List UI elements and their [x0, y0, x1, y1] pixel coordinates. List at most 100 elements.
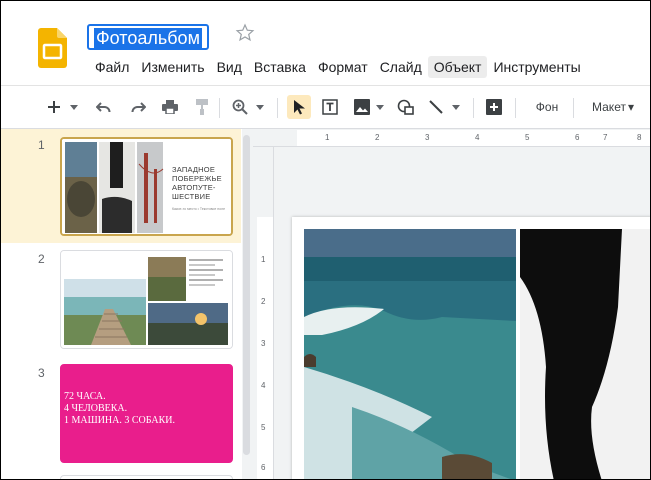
ruler-label: 5 — [525, 133, 530, 142]
toolbar-separator — [573, 98, 574, 118]
image-icon — [354, 99, 370, 115]
slide-1-title-line: АВТОПУТЕ- — [172, 183, 216, 192]
redo-icon — [131, 102, 146, 113]
line-button[interactable] — [425, 95, 447, 119]
slide-thumbnail-3[interactable]: 72 ЧАСА. 4 ЧЕЛОВЕКА. 1 МАШИНА. 3 СОБАКИ. — [60, 364, 233, 463]
slide-3-text: 72 ЧАСА. 4 ЧЕЛОВЕКА. 1 МАШИНА. 3 СОБАКИ. — [64, 391, 175, 427]
paint-format-button[interactable] — [191, 95, 213, 119]
ruler-ticks — [253, 130, 297, 146]
menu-slide[interactable]: Слайд — [374, 56, 428, 78]
toolbar-separator — [515, 98, 516, 118]
slide-1-title: ЗАПАДНОЕ ПОБЕРЕЖЬЕ АВТОПУТЕ- ШЕСТВИЕ — [172, 165, 222, 201]
slide-1-title-line: ПОБЕРЕЖЬЕ — [172, 174, 222, 183]
ruler-label: 1 — [261, 255, 266, 264]
slide-thumbnail-4[interactable] — [60, 475, 233, 479]
slide-1-subtitle: Какое-то место • Текстовое поле — [172, 207, 226, 211]
ruler-label: 1 — [325, 133, 330, 142]
background-label: Фон — [535, 100, 559, 114]
ruler-label: 2 — [375, 133, 380, 142]
plus-icon — [48, 101, 60, 113]
slide-canvas-content — [292, 217, 650, 479]
slide-1-title-line: ШЕСТВИЕ — [172, 192, 211, 201]
slides-logo-icon[interactable] — [38, 28, 67, 68]
menu-file[interactable]: Файл — [89, 56, 135, 78]
slide-3-text-line: 4 ЧЕЛОВЕКА. — [64, 403, 128, 414]
comment-add-icon — [486, 99, 502, 115]
zoom-dropdown[interactable] — [253, 95, 267, 119]
background-button[interactable]: Фон — [525, 95, 569, 119]
ruler-label: 5 — [261, 423, 266, 432]
menu-tools[interactable]: Инструменты — [487, 56, 586, 78]
line-icon — [429, 100, 443, 114]
menu-format[interactable]: Формат — [312, 56, 374, 78]
chevron-down-icon — [452, 104, 460, 110]
menu-bar: Файл Изменить Вид Вставка Формат Слайд О… — [89, 56, 587, 78]
menu-edit[interactable]: Изменить — [135, 56, 210, 78]
menu-insert[interactable]: Вставка — [248, 56, 312, 78]
undo-icon — [96, 102, 111, 113]
slide-item-1[interactable]: 1 ЗАПАДНОЕ ПОБЕРЕЖЬЕ АВТОПУТЕ- ШЕСТВИЕ К… — [1, 129, 241, 243]
add-comment-button[interactable] — [483, 95, 505, 119]
document-title-input[interactable]: Фотоальбом — [87, 24, 209, 50]
slide-thumbnail-1[interactable]: ЗАПАДНОЕ ПОБЕРЕЖЬЕ АВТОПУТЕ- ШЕСТВИЕ Как… — [60, 137, 233, 236]
chevron-down-icon: ▾ — [627, 100, 634, 114]
new-slide-dropdown[interactable] — [67, 95, 81, 119]
slide-item-4[interactable] — [1, 475, 241, 479]
chevron-down-icon — [376, 104, 384, 110]
toolbar: Фон Макет ▾ — [1, 85, 650, 129]
menu-view[interactable]: Вид — [211, 56, 248, 78]
ruler-label: 7 — [603, 133, 608, 142]
slide-item-2[interactable]: 2 — [1, 245, 241, 355]
shape-button[interactable] — [395, 95, 417, 119]
chevron-down-icon — [256, 104, 264, 110]
header: Фотоальбом Файл Изменить Вид Вставка Фор… — [1, 1, 650, 85]
ruler-label: 4 — [475, 133, 480, 142]
document-title-text: Фотоальбом — [94, 28, 202, 48]
insert-image-dropdown[interactable] — [373, 95, 387, 119]
ruler-label: 2 — [261, 297, 266, 306]
slide-item-3[interactable]: 3 72 ЧАСА. 4 ЧЕЛОВЕКА. 1 МАШИНА. 3 СОБАК… — [1, 359, 241, 469]
zoom-button[interactable] — [229, 95, 251, 119]
cursor-icon — [294, 100, 305, 115]
ruler-label: 4 — [261, 381, 266, 390]
slide-canvas[interactable] — [292, 217, 650, 479]
print-button[interactable] — [159, 95, 181, 119]
app-window: Фотоальбом Файл Изменить Вид Вставка Фор… — [0, 0, 651, 480]
ruler-label: 8 — [637, 133, 642, 142]
paint-format-icon — [196, 99, 208, 115]
star-icon[interactable] — [235, 23, 255, 43]
ruler-label: 6 — [575, 133, 580, 142]
line-dropdown[interactable] — [449, 95, 463, 119]
insert-image-button[interactable] — [351, 95, 373, 119]
ruler-label: 3 — [261, 339, 266, 348]
text-box-icon — [322, 99, 338, 115]
menu-object[interactable]: Объект — [427, 56, 488, 78]
slide-number: 3 — [38, 366, 45, 380]
scrollbar-thumb[interactable] — [243, 135, 250, 455]
layout-label: Макет — [592, 100, 626, 114]
ruler-label: 6 — [261, 463, 266, 472]
toolbar-separator — [277, 98, 278, 118]
slide-thumbnail-2[interactable] — [60, 250, 233, 349]
filmstrip-scrollbar[interactable] — [242, 129, 251, 479]
new-slide-button[interactable] — [43, 95, 65, 119]
select-tool-button[interactable] — [287, 95, 311, 119]
ruler-label: 3 — [425, 133, 430, 142]
slide-filmstrip[interactable]: 1 ЗАПАДНОЕ ПОБЕРЕЖЬЕ АВТОПУТЕ- ШЕСТВИЕ К… — [1, 129, 251, 479]
text-box-button[interactable] — [319, 95, 341, 119]
slide-3-text-line: 1 МАШИНА. 3 СОБАКИ. — [64, 415, 175, 426]
slide-2-preview — [61, 251, 232, 348]
slide-number: 2 — [38, 252, 45, 266]
vertical-ruler[interactable]: 1 2 3 4 5 6 — [257, 147, 274, 479]
layout-button[interactable]: Макет ▾ — [581, 95, 645, 119]
chevron-down-icon — [70, 104, 78, 110]
slide-1-title-line: ЗАПАДНОЕ — [172, 165, 216, 174]
undo-button[interactable] — [93, 95, 115, 119]
zoom-icon — [232, 99, 248, 115]
print-icon — [162, 100, 178, 114]
toolbar-separator — [473, 98, 474, 118]
shape-icon — [397, 99, 414, 115]
toolbar-separator — [219, 98, 220, 118]
horizontal-ruler[interactable]: 1 2 3 4 5 6 7 8 — [253, 130, 650, 147]
redo-button[interactable] — [127, 95, 149, 119]
